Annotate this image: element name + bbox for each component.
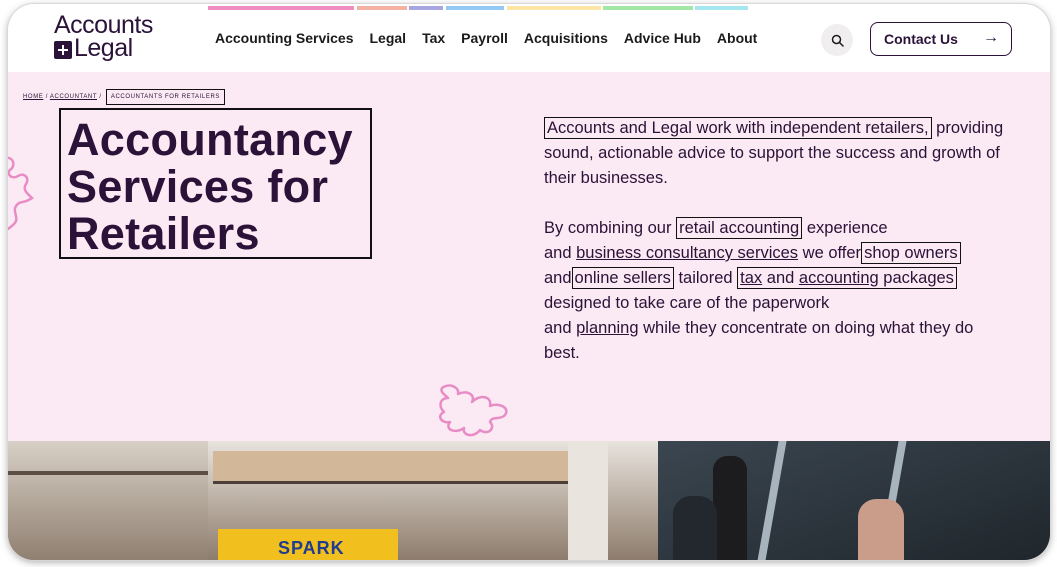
accounting-link[interactable]: accounting (799, 269, 879, 287)
arrow-right-icon: → (983, 29, 999, 46)
browser-frame: Accounts Legal Accounting Services Legal… (8, 4, 1050, 560)
color-strip-5 (507, 6, 601, 10)
business-consultancy-link[interactable]: business consultancy services (576, 244, 798, 262)
intro-paragraph-1: Accounts and Legal work with independent… (544, 116, 1004, 191)
photo-balcony (8, 441, 208, 560)
page-title-line-2: Services for (67, 161, 329, 212)
color-strip-3 (409, 6, 443, 10)
search-icon (831, 34, 844, 47)
logo-line-2-text: Legal (74, 34, 133, 62)
text: we offer (802, 244, 862, 262)
site-logo[interactable]: Accounts Legal (54, 13, 153, 62)
shop-owners-text: shop owners (861, 242, 961, 264)
intro-paragraph-2: By combining our retail accounting exper… (544, 216, 1004, 366)
main-nav: Accounting Services Legal Tax Payroll Ac… (215, 30, 773, 46)
text: and (544, 244, 572, 262)
nav-item-acquisitions[interactable]: Acquisitions (524, 30, 608, 46)
text: tailored (678, 269, 733, 287)
nav-item-about[interactable]: About (717, 30, 757, 46)
photo-railing (8, 471, 208, 475)
tax-accounting-box: tax and accounting packages (737, 267, 957, 289)
text: and (766, 269, 795, 287)
color-strip-2 (357, 6, 407, 10)
page-title-line-1: Accountancy (67, 114, 353, 165)
breadcrumb-home[interactable]: HOME (23, 94, 43, 100)
page-title: Accountancy Services for Retailers (59, 108, 372, 259)
online-sellers-text: online sellers (571, 267, 674, 289)
retail-accounting-text: retail accounting (676, 217, 803, 239)
photo-person (858, 499, 904, 560)
photo-person (673, 496, 717, 560)
color-strip-6 (603, 6, 693, 10)
color-strip-7 (695, 6, 748, 10)
breadcrumb-separator: / (45, 94, 48, 100)
text: By combining our (544, 219, 672, 237)
puzzle-piece-icon (8, 156, 34, 231)
text: and (544, 319, 572, 337)
photo-upper-floor (213, 451, 568, 481)
planning-link[interactable]: planning (576, 319, 638, 337)
text: and (544, 269, 572, 287)
text: designed to take care of the paperwork (544, 294, 830, 312)
nav-item-advice-hub[interactable]: Advice Hub (624, 30, 701, 46)
page-title-line-3: Retailers (67, 208, 260, 259)
nav-item-legal[interactable]: Legal (370, 30, 407, 46)
breadcrumb-accountant[interactable]: ACCOUNTANT (50, 94, 97, 100)
contact-us-label: Contact Us (884, 31, 958, 47)
nav-item-tax[interactable]: Tax (422, 30, 445, 46)
nav-item-accounting-services[interactable]: Accounting Services (215, 30, 354, 46)
contact-us-button[interactable]: Contact Us → (870, 22, 1012, 56)
intro-copy: Accounts and Legal work with independent… (544, 116, 1004, 391)
color-strip-1 (208, 6, 354, 10)
text: packages (883, 269, 954, 287)
photo-column (568, 441, 608, 560)
breadcrumb-separator: / (99, 94, 102, 100)
breadcrumb: HOME / ACCOUNTANT / ACCOUNTANTS FOR RETA… (23, 89, 225, 105)
search-button[interactable] (821, 24, 853, 56)
breadcrumb-current: ACCOUNTANTS FOR RETAILERS (105, 89, 225, 105)
photo-railing (213, 481, 568, 484)
site-header: Accounts Legal Accounting Services Legal… (8, 4, 1050, 72)
shopping-mall-photo: SPARK (8, 441, 1050, 560)
logo-cross-icon (54, 40, 72, 59)
intro-highlight: Accounts and Legal work with independent… (544, 117, 932, 139)
nav-item-payroll[interactable]: Payroll (461, 30, 508, 46)
tax-link[interactable]: tax (740, 269, 762, 287)
color-strip-4 (446, 6, 504, 10)
photo-person (713, 456, 747, 560)
shop-sign-text: SPARK (278, 538, 345, 558)
puzzle-piece-icon (439, 384, 508, 437)
logo-line-2: Legal (54, 34, 153, 62)
text: experience (806, 219, 888, 237)
